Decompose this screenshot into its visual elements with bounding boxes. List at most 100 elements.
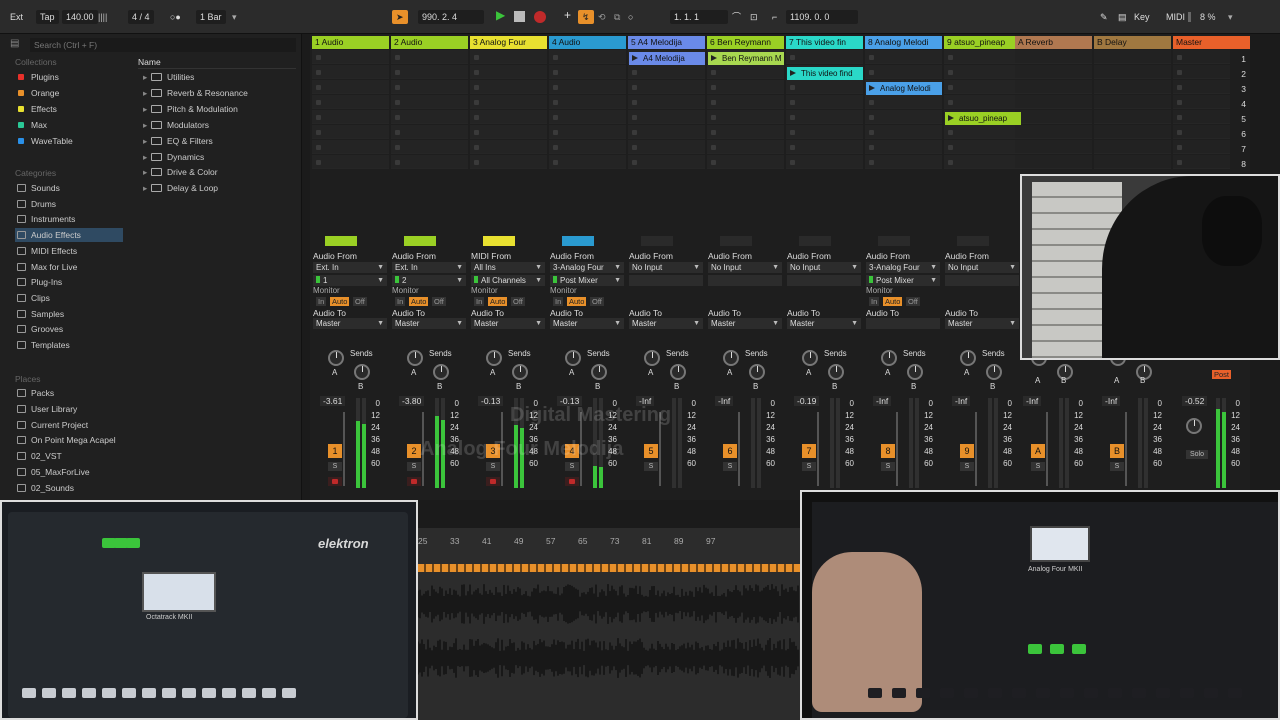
scene-launch-button[interactable] (1173, 95, 1230, 109)
clip-slot[interactable] (865, 65, 942, 79)
input-type-select[interactable]: No Input ▼ (787, 262, 861, 273)
scene-number[interactable]: 6 (1232, 129, 1246, 139)
track-header[interactable]: 2 Audio (391, 36, 468, 49)
output-select[interactable] (866, 318, 940, 329)
volume-value[interactable]: -0.19 (794, 396, 820, 406)
restore-automation-icon[interactable]: ⟲ (598, 10, 606, 24)
send-b-knob[interactable] (986, 364, 1002, 380)
input-channel-select[interactable]: Post Mixer ▼ (550, 275, 624, 286)
browser-folder[interactable]: ▸ Delay & Loop (143, 181, 293, 195)
place-item[interactable]: 02_VST (15, 449, 123, 463)
overdub-icon[interactable]: + (564, 8, 571, 22)
clip-slot[interactable] (786, 125, 863, 139)
volume-value[interactable]: -Inf (1023, 396, 1042, 406)
chevron-down-icon[interactable]: ▾ (1228, 10, 1233, 24)
draw-mode-icon[interactable]: ✎ (1100, 10, 1108, 24)
clip-slot[interactable] (707, 155, 784, 169)
clip-slot[interactable] (865, 125, 942, 139)
input-type-select[interactable]: Ext. In ▼ (392, 262, 466, 273)
monitor-off-button[interactable]: Off (511, 297, 525, 306)
monitor-off-button[interactable]: Off (432, 297, 446, 306)
volume-fader[interactable] (1125, 412, 1127, 486)
arm-button[interactable] (565, 477, 579, 486)
clip-slot[interactable] (628, 155, 705, 169)
scene-number[interactable]: 4 (1232, 99, 1246, 109)
clip-slot[interactable] (944, 80, 1021, 94)
volume-value[interactable]: -0.13 (478, 396, 504, 406)
send-b-knob[interactable] (354, 364, 370, 380)
scene-number[interactable]: 1 (1232, 54, 1246, 64)
clip-slot[interactable] (786, 95, 863, 109)
scene-launch-button[interactable] (1173, 80, 1230, 94)
clip-slot[interactable] (312, 155, 389, 169)
browser-toggle-icon[interactable]: ▤ (10, 38, 24, 50)
place-item[interactable]: User Library (15, 402, 123, 416)
clip-slot[interactable] (312, 125, 389, 139)
clip-slot[interactable] (549, 65, 626, 79)
collection-item[interactable]: Plugins (15, 70, 123, 84)
clip-slot[interactable] (865, 155, 942, 169)
track-header[interactable]: 1 Audio (312, 36, 389, 49)
clip-slot[interactable] (628, 80, 705, 94)
clip-slot[interactable] (628, 65, 705, 79)
track-header[interactable]: 7 This video fin (786, 36, 863, 49)
solo-button[interactable]: S (1110, 462, 1124, 471)
input-channel-select[interactable] (945, 275, 1019, 286)
clip-slot[interactable] (312, 110, 389, 124)
category-item[interactable]: Clips (15, 291, 123, 305)
monitor-off-button[interactable]: Off (906, 297, 920, 306)
category-item[interactable]: Max for Live (15, 260, 123, 274)
volume-fader[interactable] (343, 412, 345, 486)
clip-slot[interactable] (470, 65, 547, 79)
clip-stop-button[interactable] (878, 236, 910, 246)
punch-icon[interactable]: ○ (628, 10, 633, 24)
collection-item[interactable]: WaveTable (15, 134, 123, 148)
search-input[interactable]: Search (Ctrl + F) (30, 38, 296, 52)
send-a-knob[interactable] (881, 350, 897, 366)
send-a-knob[interactable] (565, 350, 581, 366)
solo-button[interactable]: S (1031, 462, 1045, 471)
monitor-off-button[interactable]: Off (353, 297, 367, 306)
clip-slot[interactable] (312, 80, 389, 94)
output-select[interactable]: Master ▼ (550, 318, 624, 329)
track-header[interactable]: 9 atsuo_pineap (944, 36, 1021, 49)
clip-slot[interactable] (786, 110, 863, 124)
browser-folder[interactable]: ▸ EQ & Filters (143, 134, 293, 148)
follow-button[interactable]: ➤ (392, 10, 408, 24)
send-b-knob[interactable] (512, 364, 528, 380)
collection-item[interactable]: Orange (15, 86, 123, 100)
volume-fader[interactable] (896, 412, 898, 486)
clip-slot[interactable] (865, 50, 942, 64)
solo-button[interactable]: S (960, 462, 974, 471)
clip-slot[interactable] (391, 140, 468, 154)
chevron-down-icon[interactable]: ▾ (232, 10, 237, 24)
clip-slot[interactable] (391, 50, 468, 64)
clip-slot[interactable] (391, 110, 468, 124)
place-item[interactable]: Packs (15, 386, 123, 400)
volume-fader[interactable] (1046, 412, 1048, 486)
return-activator-button[interactable]: B (1110, 444, 1124, 458)
send-b-knob[interactable] (670, 364, 686, 380)
monitor-auto-button[interactable]: Auto (488, 297, 508, 306)
track-activator-button[interactable]: 7 (802, 444, 816, 458)
clip-slot[interactable] (391, 155, 468, 169)
return-track-header[interactable]: B Delay (1094, 36, 1171, 49)
clip-slot[interactable] (786, 140, 863, 154)
output-select[interactable]: Master ▼ (313, 318, 387, 329)
monitor-in-button[interactable]: In (316, 297, 327, 306)
input-channel-select[interactable]: 1 ▼ (313, 275, 387, 286)
clip-slot[interactable] (391, 80, 468, 94)
clip-slot[interactable] (549, 110, 626, 124)
monitor-in-button[interactable]: In (395, 297, 406, 306)
output-select[interactable]: Master ▼ (629, 318, 703, 329)
track-activator-button[interactable]: 1 (328, 444, 342, 458)
play-icon[interactable]: ▶ (496, 8, 505, 22)
clip-slot[interactable] (707, 95, 784, 109)
scene-launch-button[interactable] (1173, 50, 1230, 64)
send-a-knob[interactable] (723, 350, 739, 366)
clip[interactable]: Analog Melodi (866, 82, 942, 95)
place-item[interactable]: 05_MaxForLive (15, 465, 123, 479)
input-channel-select[interactable] (708, 275, 782, 286)
place-item[interactable]: Current Project (15, 418, 123, 432)
clip-slot[interactable] (707, 80, 784, 94)
